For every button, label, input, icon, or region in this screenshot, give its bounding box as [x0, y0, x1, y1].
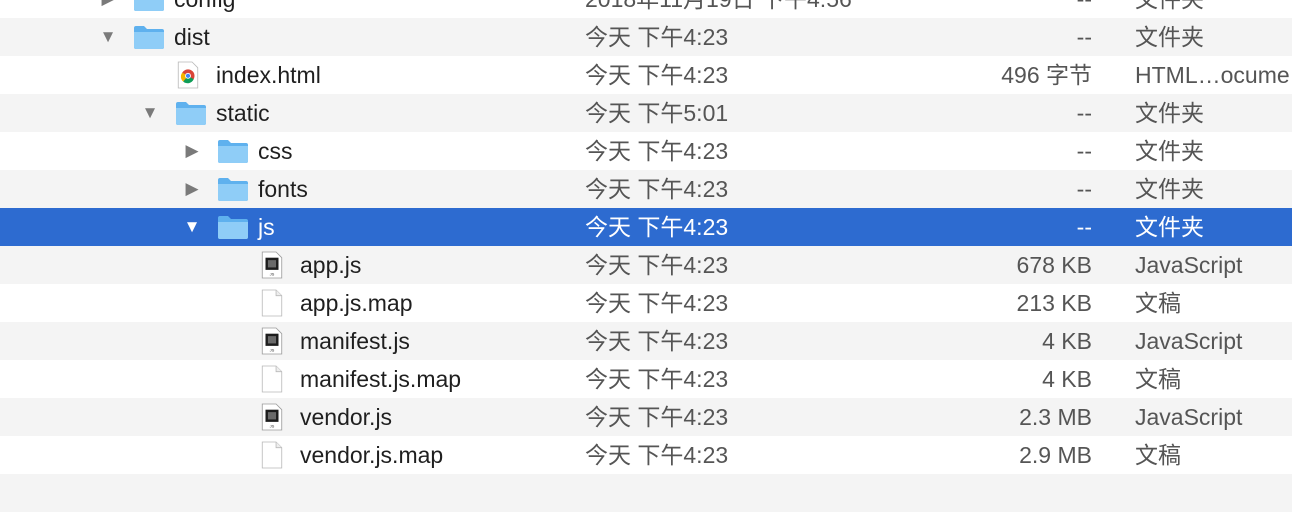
file-list: ▶ config 2018年11月19日 下午4:56 -- 文件夹 ▼ dist 今天 下午… [0, 0, 1292, 512]
file-name: js [258, 214, 275, 240]
file-kind: 文稿 [1135, 442, 1181, 468]
folder-icon [217, 214, 249, 240]
file-row-partial[interactable] [0, 474, 1292, 512]
file-row-app-js-map[interactable]: app.js.map 今天 下午4:23 213 KB 文稿 [0, 284, 1292, 322]
svg-text:JS: JS [270, 348, 275, 353]
disclosure-expanded-icon[interactable]: ▼ [182, 208, 202, 246]
folder-icon [217, 138, 249, 164]
file-name: fonts [258, 176, 308, 202]
date-modified: 今天 下午4:23 [585, 404, 729, 430]
javascript-file-icon: JS [259, 249, 291, 279]
file-size: -- [1076, 138, 1092, 164]
file-name: manifest.js.map [300, 366, 462, 392]
folder-icon [133, 0, 165, 12]
date-modified: 今天 下午4:23 [585, 252, 729, 278]
file-size: 678 KB [1016, 252, 1092, 278]
file-name: dist [174, 24, 210, 50]
chrome-html-file-icon [175, 59, 207, 89]
disclosure-expanded-icon[interactable]: ▼ [98, 18, 118, 56]
file-size: 2.3 MB [1019, 404, 1092, 430]
document-file-icon [259, 363, 291, 393]
file-kind: JavaScript [1135, 404, 1243, 430]
file-kind: 文件夹 [1135, 176, 1204, 202]
file-name: index.html [216, 62, 321, 88]
date-modified: 今天 下午4:23 [585, 442, 729, 468]
file-row-dist[interactable]: ▼ dist 今天 下午4:23 -- 文件夹 [0, 18, 1292, 56]
file-size: -- [1076, 176, 1092, 202]
date-modified: 今天 下午4:23 [585, 138, 729, 164]
file-name: config [174, 0, 235, 18]
file-kind: HTML…ocume [1135, 62, 1290, 88]
file-kind: JavaScript [1135, 328, 1243, 354]
file-size: 213 KB [1016, 290, 1092, 316]
file-name: manifest.js [300, 328, 410, 354]
svg-text:JS: JS [270, 272, 275, 277]
file-kind: 文件夹 [1135, 214, 1204, 240]
file-row-manifest-js[interactable]: JS manifest.js 今天 下午4:23 4 KB JavaScript [0, 322, 1292, 360]
disclosure-collapsed-icon[interactable]: ▶ [98, 0, 118, 18]
date-modified: 今天 下午4:23 [585, 290, 729, 316]
date-modified: 2018年11月19日 下午4:56 [585, 0, 852, 18]
file-kind: 文件夹 [1135, 100, 1204, 126]
javascript-file-icon: JS [259, 401, 291, 431]
file-kind: JavaScript [1135, 252, 1243, 278]
file-kind: 文稿 [1135, 366, 1181, 392]
date-modified: 今天 下午4:23 [585, 24, 729, 50]
file-name: app.js [300, 252, 362, 278]
file-row-vendor-js-map[interactable]: vendor.js.map 今天 下午4:23 2.9 MB 文稿 [0, 436, 1292, 474]
file-row-fonts[interactable]: ▶ fonts 今天 下午4:23 -- 文件夹 [0, 170, 1292, 208]
file-row-manifest-js-map[interactable]: manifest.js.map 今天 下午4:23 4 KB 文稿 [0, 360, 1292, 398]
date-modified: 今天 下午4:23 [585, 62, 729, 88]
date-modified: 今天 下午4:23 [585, 366, 729, 392]
file-row-index-html[interactable]: index.html 今天 下午4:23 496 字节 HTML…ocume [0, 56, 1292, 94]
date-modified: 今天 下午4:23 [585, 328, 729, 354]
file-kind: 文件夹 [1135, 24, 1204, 50]
folder-icon [175, 100, 207, 126]
file-row-vendor-js[interactable]: JS vendor.js 今天 下午4:23 2.3 MB JavaScript [0, 398, 1292, 436]
disclosure-collapsed-icon[interactable]: ▶ [182, 132, 202, 170]
file-size: -- [1077, 0, 1092, 18]
file-name: static [216, 100, 270, 126]
file-name: css [258, 138, 293, 164]
document-file-icon [259, 439, 291, 469]
date-modified: 今天 下午5:01 [585, 100, 729, 126]
date-modified: 今天 下午4:23 [585, 176, 729, 202]
file-name: vendor.js.map [300, 442, 444, 468]
file-size: 4 KB [1042, 328, 1092, 354]
file-row-js[interactable]: ▼ js 今天 下午4:23 -- 文件夹 [0, 208, 1292, 246]
javascript-file-icon: JS [259, 325, 291, 355]
disclosure-collapsed-icon[interactable]: ▶ [182, 170, 202, 208]
document-file-icon [259, 287, 291, 317]
file-kind: 文稿 [1135, 290, 1181, 316]
file-size: 496 字节 [1001, 62, 1092, 88]
file-size: 2.9 MB [1019, 442, 1092, 468]
file-size: -- [1076, 100, 1092, 126]
file-row-css[interactable]: ▶ css 今天 下午4:23 -- 文件夹 [0, 132, 1292, 170]
file-size: 4 KB [1042, 366, 1092, 392]
file-kind: 文件夹 [1135, 138, 1204, 164]
svg-text:JS: JS [270, 424, 275, 429]
file-row-app-js[interactable]: JS app.js 今天 下午4:23 678 KB JavaScript [0, 246, 1292, 284]
file-size: -- [1076, 214, 1092, 240]
file-kind: 文件夹 [1135, 0, 1204, 18]
file-name: app.js.map [300, 290, 413, 316]
file-size: -- [1076, 24, 1092, 50]
file-name: vendor.js [300, 404, 393, 430]
disclosure-expanded-icon[interactable]: ▼ [140, 94, 160, 132]
folder-icon [217, 176, 249, 202]
folder-icon [133, 24, 165, 50]
date-modified: 今天 下午4:23 [585, 214, 729, 240]
file-row-config[interactable]: ▶ config 2018年11月19日 下午4:56 -- 文件夹 [0, 0, 1292, 18]
file-row-static[interactable]: ▼ static 今天 下午5:01 -- 文件夹 [0, 94, 1292, 132]
